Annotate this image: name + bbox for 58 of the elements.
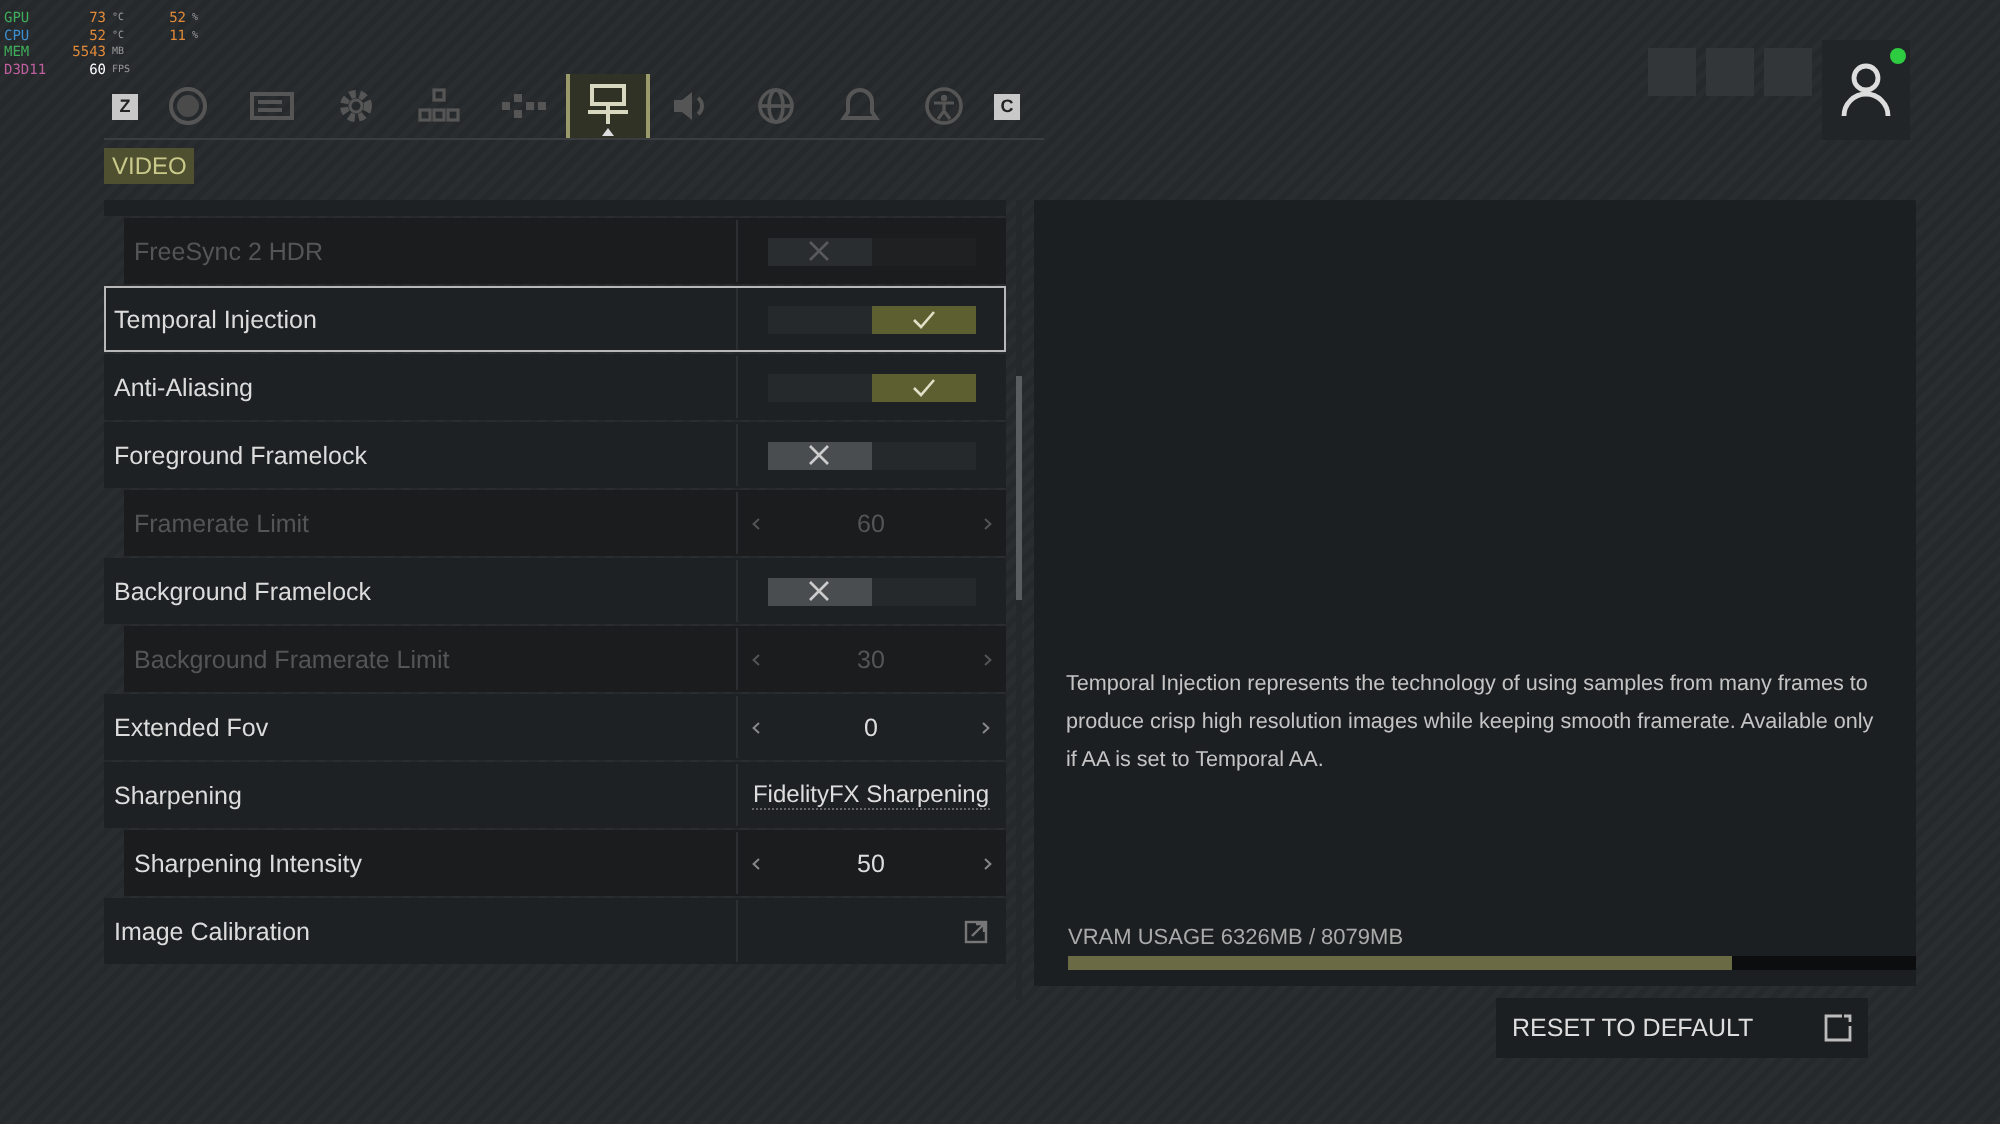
setting-value: 0: [864, 713, 878, 741]
globe-icon: [756, 86, 796, 126]
dropdown[interactable]: FidelityFX Sharpening: [752, 780, 990, 810]
check-icon: [911, 309, 935, 329]
setting-value: 30: [857, 645, 885, 673]
setting-row[interactable]: Sharpening FidelityFX Sharpening: [104, 762, 1006, 828]
setting-value: 50: [857, 849, 885, 877]
toggle-switch[interactable]: [767, 441, 975, 469]
setting-label: Extended Fov: [112, 713, 271, 741]
toggle-switch[interactable]: [767, 305, 975, 333]
toggle-switch[interactable]: [767, 373, 975, 401]
setting-description: Temporal Injection represents the technology of using samples from many frames to produce crisp high resolution images while keeping smooth framerate. Available only if AA is set to Temporal AA.: [1066, 670, 1876, 776]
key-hint: C: [994, 93, 1020, 119]
accessibility-icon: [924, 86, 964, 126]
person-icon: [1840, 60, 1892, 120]
setting-row[interactable]: Temporal Injection: [104, 286, 1006, 352]
setting-label: Image Calibration: [112, 917, 312, 945]
monitor-icon: [586, 84, 630, 128]
dots-icon: [500, 92, 548, 120]
disc-icon: [168, 86, 208, 126]
scrollbar-thumb[interactable]: [1016, 376, 1022, 600]
setting-label: Background Framerate Limit: [132, 645, 452, 673]
section-label: VIDEO: [104, 148, 195, 184]
setting-label: Anti-Aliasing: [112, 373, 255, 401]
bell-icon: [840, 86, 880, 126]
close-icon: [808, 580, 830, 602]
setting-label: Background Framelock: [112, 577, 374, 605]
settings-icon: [336, 86, 376, 126]
profile-button[interactable]: [1822, 40, 1910, 140]
setting-label: Foreground Framelock: [112, 441, 369, 469]
setting-row[interactable]: Background Framelock: [104, 558, 1006, 624]
network-icon: [418, 88, 462, 124]
value-stepper[interactable]: 0: [751, 713, 991, 741]
check-icon: [911, 377, 935, 397]
vram-label: VRAM USAGE: [1068, 926, 1215, 950]
card-icon: [250, 90, 294, 122]
setting-label: FreeSync 2 HDR: [132, 237, 325, 265]
reset-button[interactable]: RESET TO DEFAULT: [1496, 998, 1868, 1058]
setting-row[interactable]: Image Calibration: [104, 898, 1006, 964]
close-icon: [808, 444, 830, 466]
key-hint: Z: [112, 93, 138, 119]
toggle-switch[interactable]: [767, 577, 975, 605]
setting-label: Sharpening: [112, 781, 244, 809]
exit-icon: [1824, 1014, 1852, 1042]
setting-row[interactable]: Anti-Aliasing: [104, 354, 1006, 420]
setting-row[interactable]: Foreground Framelock: [104, 422, 1006, 488]
setting-label: Temporal Injection: [112, 305, 319, 333]
value-stepper[interactable]: 50: [751, 849, 991, 877]
setting-value: 60: [857, 509, 885, 537]
external-link-icon[interactable]: [964, 919, 988, 943]
setting-label: Framerate Limit: [132, 509, 312, 537]
close-icon: [808, 240, 830, 262]
setting-label: Sharpening Intensity: [132, 849, 364, 877]
caret-icon: [602, 128, 614, 136]
setting-row[interactable]: Sharpening Intensity 50: [124, 830, 1006, 896]
settings-tab[interactable]: [566, 74, 650, 138]
setting-row[interactable]: Extended Fov 0: [104, 694, 1006, 760]
vram-reading: 6326MB / 8079MB: [1220, 926, 1404, 950]
